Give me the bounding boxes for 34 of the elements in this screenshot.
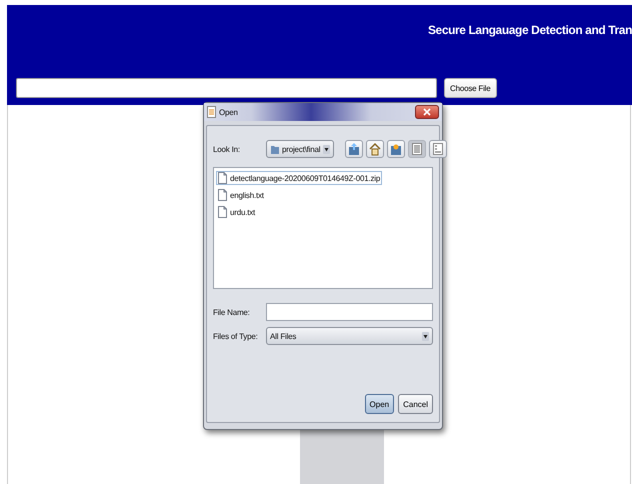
file-name-label: File Name: [213, 308, 251, 316]
home-button[interactable] [366, 140, 384, 158]
details-view-button[interactable] [429, 140, 448, 158]
file-item[interactable]: english.txt [216, 188, 266, 202]
dialog-button[interactable]: Open [364, 394, 394, 414]
folder-up-button[interactable] [345, 140, 364, 158]
window-title: Open [219, 108, 239, 116]
file-name-field[interactable] [266, 303, 433, 321]
file-path-field[interactable] [16, 78, 437, 98]
file-icon [218, 206, 227, 218]
caret-icon [323, 144, 330, 154]
close-button[interactable] [415, 105, 439, 119]
file-item[interactable]: urdu.txt [216, 205, 258, 219]
file-icon [218, 189, 227, 201]
new-folder-icon [390, 142, 402, 156]
details-view-icon [433, 143, 444, 155]
file-type-dropdown[interactable]: All Files [266, 327, 433, 345]
document-icon [207, 106, 216, 118]
dialog-button[interactable]: Cancel [398, 394, 433, 414]
look-in-label: Look In: [213, 144, 241, 154]
list-view-button[interactable] [408, 140, 426, 158]
list-view-icon [412, 143, 422, 155]
new-folder-button[interactable] [387, 140, 406, 158]
folder-icon [270, 144, 280, 154]
file-item[interactable]: detectlanguage-20200609T014649Z-001.zip [216, 171, 382, 185]
file-type-label: Files of Type: [213, 332, 259, 340]
folder-up-icon [348, 142, 360, 156]
look-in-dropdown[interactable]: project\final [266, 140, 334, 158]
close-icon [423, 108, 431, 116]
file-icon [218, 172, 227, 184]
choose-file-button[interactable]: Choose File [444, 78, 496, 98]
page-title: Secure Langauage Detection and Tran [428, 23, 632, 37]
home-icon [369, 142, 382, 156]
caret-icon [422, 332, 429, 340]
